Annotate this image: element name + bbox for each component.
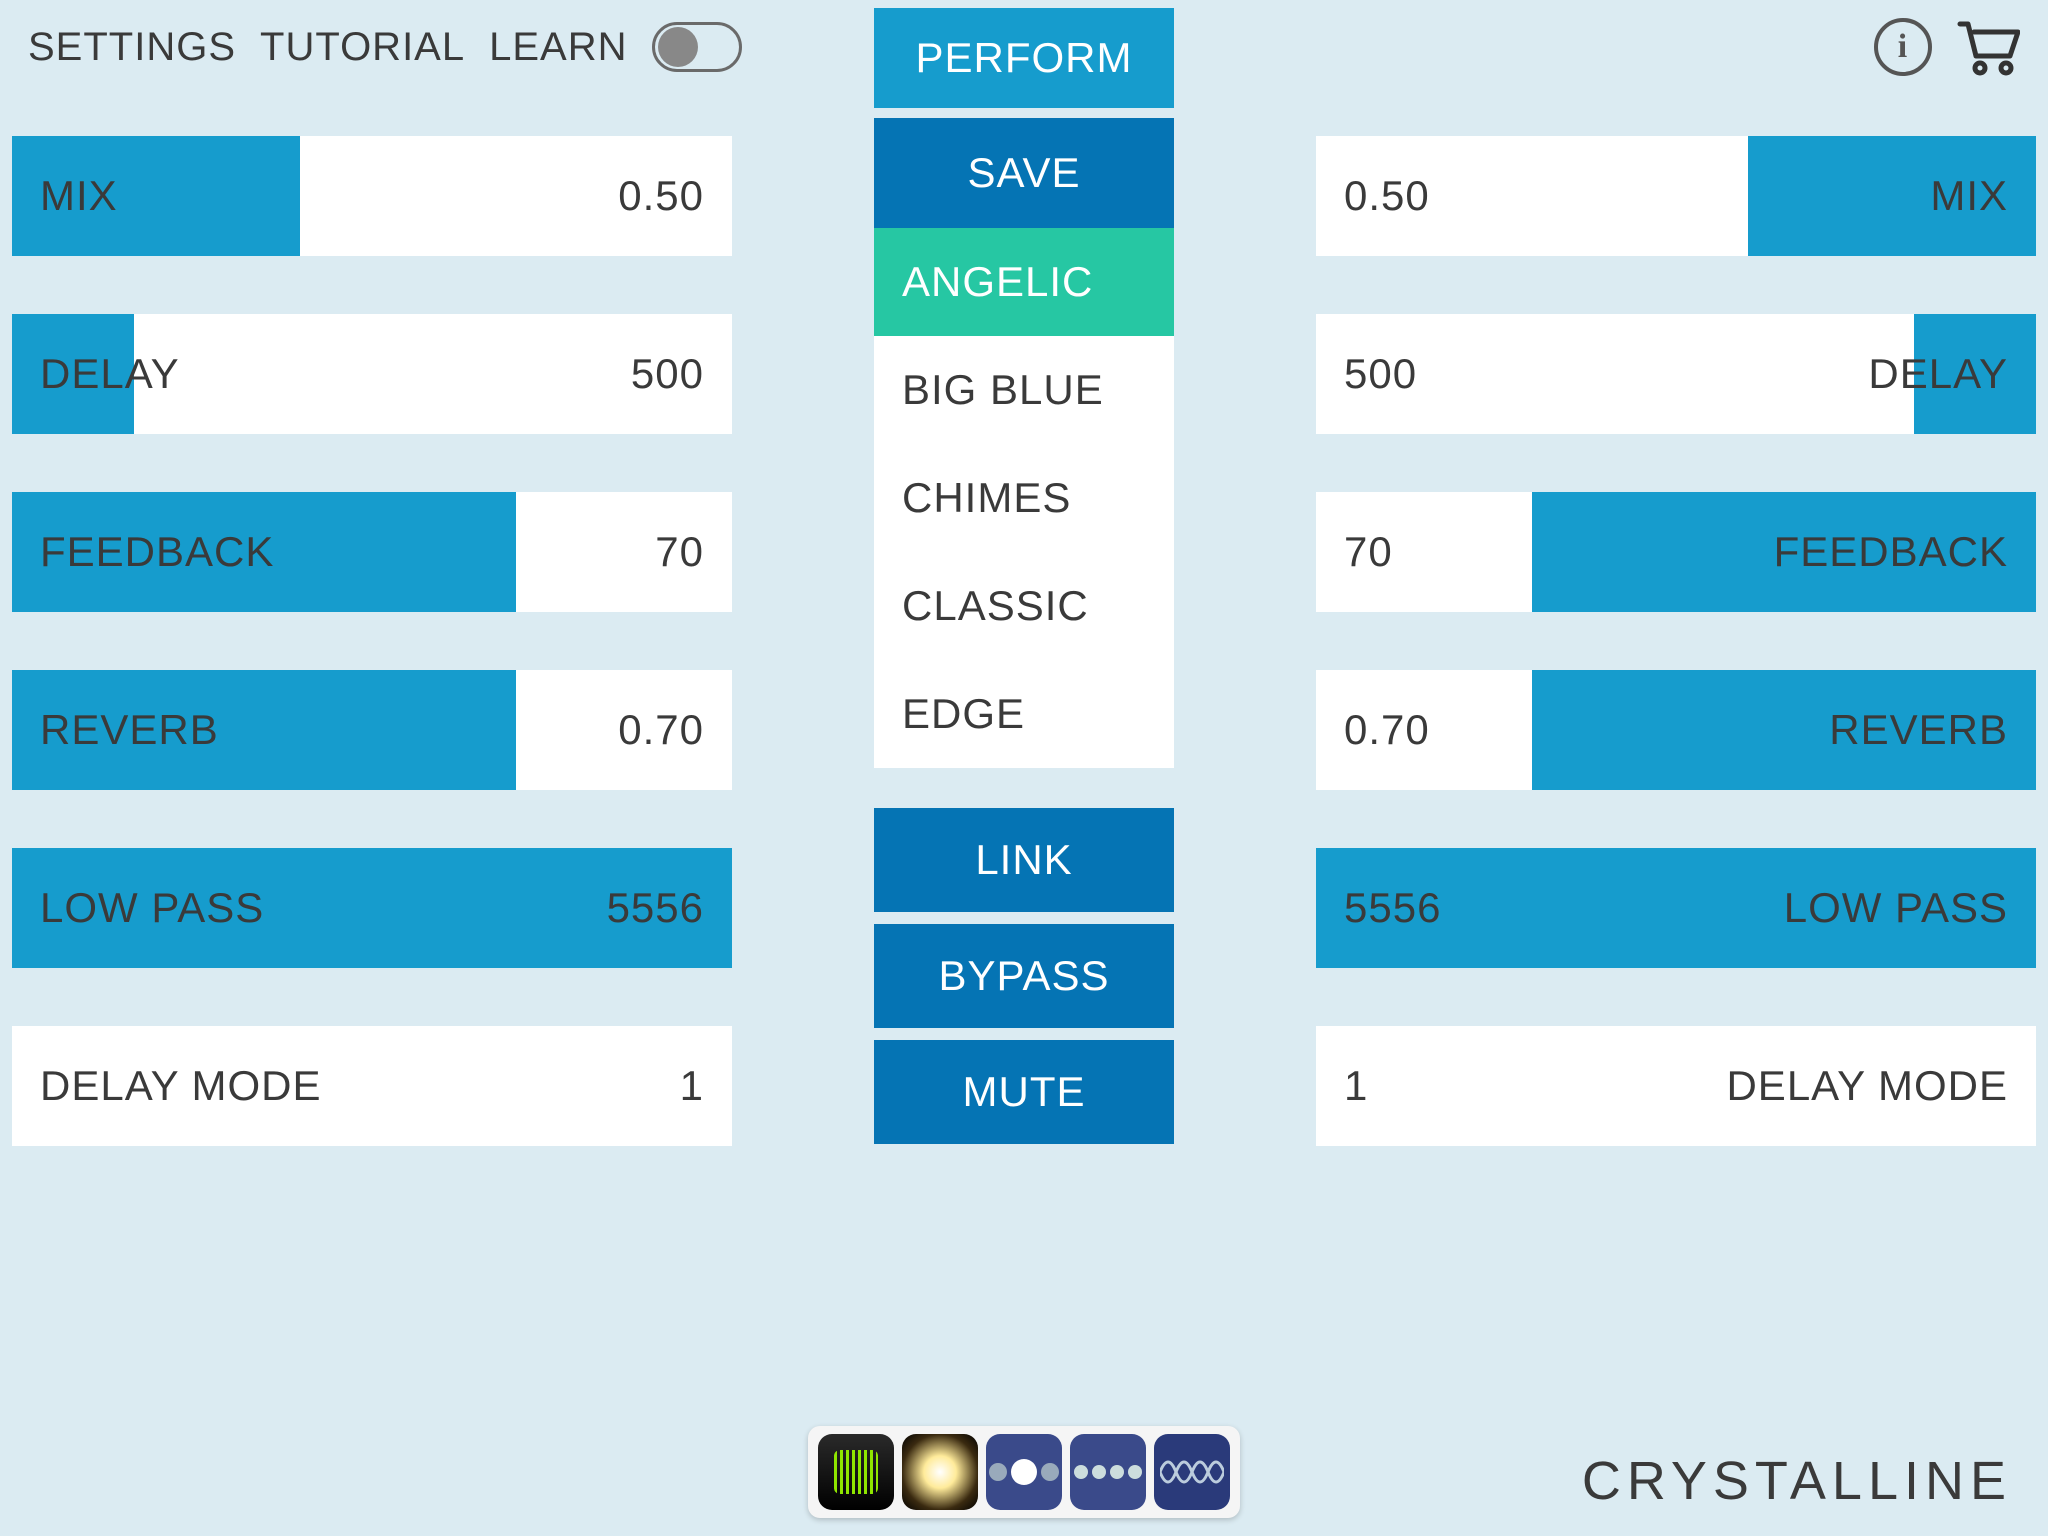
app-name-label: CRYSTALLINE [1582,1450,2012,1512]
param-feedback[interactable]: FEEDBACK70 [12,492,732,612]
param-label: DELAY MODE [1698,1062,2036,1110]
learn-toggle[interactable] [652,22,742,72]
param-label: LOW PASS [12,884,292,932]
param-value: 0.70 [1316,706,1801,754]
param-low-pass[interactable]: LOW PASS5556 [1316,848,2036,968]
param-mix[interactable]: MIX0.50 [1316,136,2036,256]
param-value: 0.50 [1316,172,1902,220]
param-label: DELAY MODE [12,1062,350,1110]
param-value: 70 [1316,528,1746,576]
tutorial-button[interactable]: TUTORIAL [260,25,465,70]
param-low-pass[interactable]: LOW PASS5556 [12,848,732,968]
param-value: 1 [350,1062,732,1110]
param-delay[interactable]: DELAY500 [12,314,732,434]
param-delay-mode[interactable]: DELAY MODE1 [1316,1026,2036,1146]
param-delay-mode[interactable]: DELAY MODE1 [12,1026,732,1146]
param-value: 70 [302,528,732,576]
param-value: 0.70 [247,706,732,754]
param-label: REVERB [1801,706,2036,754]
perform-button[interactable]: PERFORM [874,8,1174,108]
control-buttons: LINK BYPASS MUTE [874,808,1174,1156]
param-value: 500 [1316,350,1840,398]
bypass-button[interactable]: BYPASS [874,924,1174,1028]
param-label: MIX [1902,172,2036,220]
param-reverb[interactable]: REVERB0.70 [12,670,732,790]
param-value: 0.50 [146,172,732,220]
preset-classic[interactable]: CLASSIC [874,552,1174,660]
footer: CRYSTALLINE [0,1426,2048,1518]
cart-icon[interactable] [1956,18,2020,76]
preset-edge[interactable]: EDGE [874,660,1174,768]
app-icon-3[interactable] [986,1434,1062,1510]
preset-angelic[interactable]: ANGELIC [874,228,1174,336]
param-label: FEEDBACK [12,528,302,576]
app-icon-bar [808,1426,1240,1518]
preset-big-blue[interactable]: BIG BLUE [874,336,1174,444]
center-column: PERFORM SAVE ANGELICBIG BLUECHIMESCLASSI… [874,8,1174,1156]
preset-list: ANGELICBIG BLUECHIMESCLASSICEDGE [874,228,1174,768]
param-mix[interactable]: MIX0.50 [12,136,732,256]
param-delay[interactable]: DELAY500 [1316,314,2036,434]
param-feedback[interactable]: FEEDBACK70 [1316,492,2036,612]
preset-chimes[interactable]: CHIMES [874,444,1174,552]
param-label: FEEDBACK [1746,528,2036,576]
param-label: MIX [12,172,146,220]
mute-button[interactable]: MUTE [874,1040,1174,1144]
app-icon-1[interactable] [818,1434,894,1510]
param-value: 5556 [1316,884,1756,932]
param-value: 5556 [292,884,732,932]
app-icon-4[interactable] [1070,1434,1146,1510]
toggle-knob [658,27,698,67]
settings-button[interactable]: SETTINGS [28,25,236,70]
param-label: DELAY [12,350,208,398]
param-label: REVERB [12,706,247,754]
right-params-column: MIX0.50 DELAY500 FEEDBACK70 REVERB0.70 LOW P… [1316,88,2036,1146]
save-button[interactable]: SAVE [874,118,1174,228]
param-label: LOW PASS [1756,884,2036,932]
link-button[interactable]: LINK [874,808,1174,912]
left-params-column: MIX0.50 DELAY500 FEEDBACK70 REVERB0.70 LOW P… [12,88,732,1146]
info-icon[interactable]: i [1874,18,1932,76]
param-reverb[interactable]: REVERB0.70 [1316,670,2036,790]
param-label: DELAY [1840,350,2036,398]
learn-button[interactable]: LEARN [489,25,627,70]
app-icon-2[interactable] [902,1434,978,1510]
app-icon-5[interactable] [1154,1434,1230,1510]
param-value: 1 [1316,1062,1698,1110]
param-value: 500 [208,350,732,398]
